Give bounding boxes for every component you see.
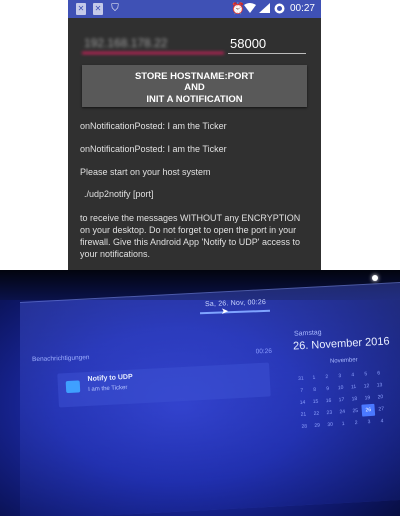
- store-hostname-port-button[interactable]: STORE HOSTNAME:PORT AND INIT A NOTIFICAT…: [82, 65, 307, 107]
- mouse-cursor-icon: ➤: [221, 306, 229, 316]
- calendar-day[interactable]: 12: [360, 380, 374, 393]
- notification-x-icon: ✕: [76, 3, 86, 15]
- calendar-day[interactable]: 10: [334, 382, 348, 395]
- desktop-photo: Sa, 26. Nov, 00:26 ➤ Benachrichtigungen …: [0, 270, 400, 516]
- shield-icon: ⛉: [111, 3, 119, 14]
- calendar-day[interactable]: 3: [362, 416, 376, 429]
- calendar-day-today[interactable]: 26: [361, 403, 376, 417]
- calendar-day[interactable]: 20: [374, 391, 388, 404]
- instructions-text: to receive the messages WITHOUT any ENCR…: [80, 213, 301, 259]
- calendar-day[interactable]: 21: [297, 408, 311, 421]
- log-line: onNotificationPosted: I am the Ticker: [80, 144, 227, 154]
- calendar-day[interactable]: 23: [322, 406, 336, 419]
- calendar-day[interactable]: 13: [373, 379, 387, 392]
- notifications-header-time: 00:26: [255, 347, 273, 356]
- calendar-day[interactable]: 15: [309, 395, 323, 408]
- calendar-day[interactable]: 4: [346, 369, 360, 382]
- android-app-screen: ✕ ✕ ⛉ ⏰ 00:27 STORE HOSTNAME:PORT AND IN…: [68, 0, 321, 270]
- status-bar: ✕ ✕ ⛉ ⏰ 00:27: [68, 0, 321, 18]
- calendar-grid: 31 1 2 3 4 5 6 7 8 9 10 11 12 13 14 15 1…: [294, 367, 390, 433]
- notification-title: Notify to UDP: [87, 373, 133, 383]
- button-label-line: AND: [184, 82, 205, 94]
- calendar-day[interactable]: 7: [295, 384, 309, 397]
- calendar-day[interactable]: 16: [322, 395, 336, 408]
- calendar-day[interactable]: 22: [309, 407, 323, 420]
- calendar-day[interactable]: 24: [335, 406, 349, 419]
- battery-icon: [273, 3, 285, 15]
- light-reflection: [372, 275, 378, 281]
- notification-body: I am the Ticker: [87, 384, 128, 393]
- calendar-day[interactable]: 5: [359, 368, 373, 381]
- calendar-day[interactable]: 17: [335, 394, 349, 407]
- signal-icon: [258, 3, 270, 15]
- log-line: Please start on your host system: [80, 167, 211, 177]
- wifi-icon: [244, 3, 256, 15]
- calendar-day[interactable]: 6: [372, 367, 386, 380]
- calendar-day[interactable]: 27: [374, 403, 388, 416]
- port-input[interactable]: [228, 34, 306, 54]
- notification-x-icon: ✕: [93, 3, 103, 15]
- calendar-day[interactable]: 3: [333, 370, 347, 383]
- alarm-icon: ⏰: [231, 3, 245, 15]
- calendar-day[interactable]: 4: [375, 415, 389, 428]
- hostname-input[interactable]: [82, 34, 224, 54]
- calendar-day[interactable]: 11: [347, 381, 361, 394]
- calendar-day[interactable]: 30: [323, 418, 337, 431]
- calendar-day[interactable]: 9: [321, 383, 335, 396]
- calendar-day[interactable]: 31: [294, 372, 308, 385]
- button-label-line: INIT A NOTIFICATION: [146, 93, 243, 105]
- command-line: ./udp2notify [port]: [84, 189, 154, 199]
- log-line: onNotificationPosted: I am the Ticker: [80, 121, 227, 131]
- calendar-weekday: Samstag: [293, 329, 322, 338]
- calendar-day[interactable]: 1: [336, 418, 350, 431]
- chat-bubble-icon: [65, 380, 81, 394]
- calendar-day[interactable]: 8: [308, 383, 322, 396]
- calendar-day[interactable]: 18: [348, 393, 362, 406]
- calendar-day[interactable]: 2: [349, 417, 363, 430]
- calendar-day[interactable]: 1: [307, 371, 321, 384]
- calendar-day[interactable]: 19: [361, 392, 375, 405]
- calendar-day[interactable]: 14: [296, 396, 310, 409]
- calendar-day[interactable]: 29: [310, 419, 324, 432]
- calendar-day[interactable]: 28: [297, 420, 311, 433]
- status-time: 00:27: [289, 3, 315, 14]
- button-label-line: STORE HOSTNAME:PORT: [134, 70, 255, 82]
- calendar-day[interactable]: 25: [348, 405, 362, 418]
- calendar-day[interactable]: 2: [320, 371, 334, 384]
